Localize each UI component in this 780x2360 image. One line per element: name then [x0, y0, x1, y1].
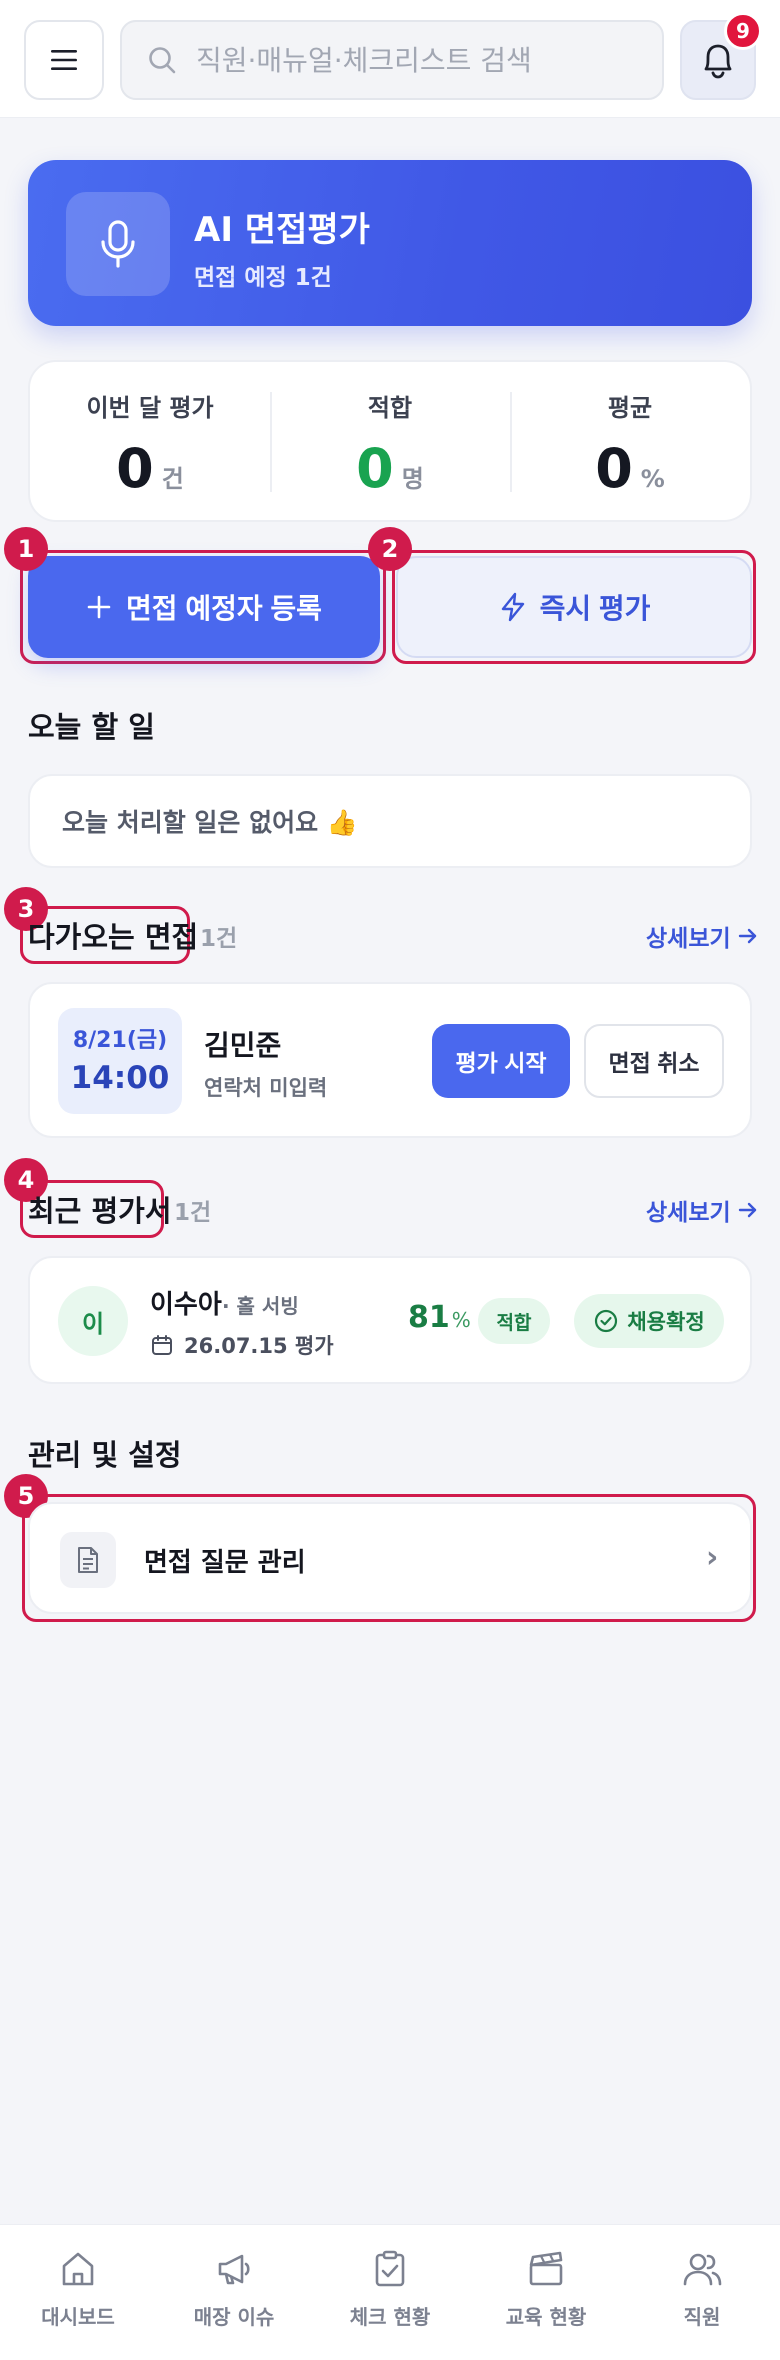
cancel-interview-button[interactable]: 면접 취소 — [584, 1024, 724, 1098]
stat-label: 이번 달 평가 — [86, 394, 214, 422]
candidate-name: 김민준 — [204, 1029, 282, 1062]
nav-item-store-issues[interactable]: 매장 이슈 — [156, 2225, 312, 2360]
notification-badge: 9 — [724, 12, 762, 50]
clapperboard-icon — [529, 2251, 563, 2286]
hire-status-label: 채용확정 — [627, 1310, 705, 1334]
stat-average: 평균 0 % — [510, 362, 750, 520]
calendar-icon — [152, 1335, 172, 1355]
mic-icon-box — [66, 192, 170, 296]
plus-icon — [87, 595, 111, 619]
nav-item-check-status[interactable]: 체크 현황 — [312, 2225, 468, 2360]
nav-label: 대시보드 — [41, 2305, 115, 2329]
ai-card-subtitle: 면접 예정 1건 — [194, 265, 332, 291]
stat-fit: 적합 0 명 — [270, 362, 510, 520]
evaluation-score: 81 % — [408, 1300, 471, 1335]
mic-icon — [101, 220, 135, 268]
lightning-icon — [501, 592, 524, 622]
stat-monthly-evaluations: 이번 달 평가 0 건 — [30, 362, 270, 520]
instant-evaluation-button[interactable]: 즉시 평가 — [396, 556, 752, 658]
interview-date: 8/21(금) — [72, 1028, 168, 1053]
interview-date-box: 8/21(금) 14:00 — [58, 1008, 182, 1114]
search-icon — [149, 47, 176, 74]
stat-value: 0 — [116, 437, 154, 500]
evaluation-name: 이수아 — [150, 1290, 222, 1320]
home-icon — [62, 2252, 94, 2286]
search-input[interactable] — [196, 43, 636, 77]
upcoming-count: 1건 — [200, 926, 238, 952]
recent-count: 1건 — [174, 1200, 212, 1226]
instant-evaluation-label: 즉시 평가 — [539, 593, 651, 624]
upcoming-section-title: 다가오는 면접 — [28, 920, 199, 954]
stat-value: 0 — [595, 437, 633, 500]
today-empty-message: 오늘 처리할 일은 없어요 👍 — [62, 808, 358, 837]
stats-card: 이번 달 평가 0 건 적합 0 명 평균 0 % — [28, 360, 752, 522]
score-unit: % — [451, 1308, 471, 1332]
settings-section-title: 관리 및 설정 — [28, 1438, 182, 1472]
interview-time: 14:00 — [70, 1060, 170, 1096]
nav-label: 직원 — [683, 2305, 721, 2329]
upcoming-more-link[interactable]: 상세보기 — [646, 919, 759, 953]
marker-1: 1 — [4, 527, 48, 571]
recent-more-link[interactable]: 상세보기 — [646, 1193, 759, 1227]
today-empty-card: 오늘 처리할 일은 없어요 👍 — [28, 774, 752, 868]
recent-more-label: 상세보기 — [646, 1200, 731, 1226]
candidate-contact: 연락처 미입력 — [204, 1076, 328, 1100]
menu-button[interactable] — [24, 20, 104, 100]
register-candidate-label: 면접 예정자 등록 — [126, 593, 322, 624]
nav-item-employees[interactable]: 직원 — [624, 2225, 780, 2360]
nav-label: 매장 이슈 — [193, 2305, 275, 2329]
chevron-right-icon: › — [706, 1540, 719, 1575]
evaluation-date-row: 26.07.15 평가 — [150, 1330, 334, 1360]
interview-question-manage-item[interactable]: 면접 질문 관리 › — [28, 1502, 752, 1614]
arrow-right-icon — [738, 1202, 756, 1218]
marker-2: 2 — [368, 527, 412, 571]
document-icon-box — [60, 1532, 116, 1588]
evaluation-date: 26.07.15 평가 — [184, 1334, 334, 1358]
clipboard-check-icon — [375, 2250, 405, 2287]
bottom-navigation: 대시보드 매장 이슈 체크 현황 교육 현황 직원 — [0, 2224, 780, 2360]
recent-section-title: 최근 평가서 — [28, 1194, 172, 1228]
app-header: 9 — [0, 0, 780, 118]
stat-unit: 건 — [161, 465, 184, 493]
today-section-title: 오늘 할 일 — [28, 710, 155, 744]
recent-evaluation-card[interactable]: 이 이수아 · 홀 서빙 26.07.15 평가 81 % 적합 채용확정 — [28, 1256, 752, 1384]
document-icon — [78, 1547, 98, 1573]
stat-unit: 명 — [401, 465, 424, 493]
users-icon — [683, 2253, 722, 2286]
hamburger-icon — [51, 50, 77, 70]
fit-badge: 적합 — [478, 1298, 550, 1344]
check-circle-icon — [595, 1309, 618, 1333]
nav-label: 체크 현황 — [349, 2305, 431, 2329]
nav-label: 교육 현황 — [505, 2305, 587, 2329]
ai-interview-card[interactable]: AI 면접평가 면접 예정 1건 — [28, 160, 752, 326]
start-evaluation-button[interactable]: 평가 시작 — [432, 1024, 570, 1098]
score-value: 81 — [408, 1300, 450, 1335]
stat-label: 평균 — [607, 394, 653, 422]
upcoming-more-label: 상세보기 — [646, 926, 731, 952]
hire-status-badge: 채용확정 — [574, 1294, 724, 1348]
megaphone-icon — [218, 2254, 250, 2285]
nav-item-dashboard[interactable]: 대시보드 — [0, 2225, 156, 2360]
ai-card-title: AI 면접평가 — [194, 210, 370, 250]
stat-label: 적합 — [367, 394, 413, 422]
stat-unit: % — [640, 465, 665, 493]
nav-item-training-status[interactable]: 교육 현황 — [468, 2225, 624, 2360]
evaluation-role: · 홀 서빙 — [222, 1294, 299, 1318]
stat-value: 0 — [356, 437, 394, 500]
search-bar[interactable] — [120, 20, 664, 100]
avatar: 이 — [58, 1286, 128, 1356]
arrow-right-icon — [738, 928, 756, 944]
upcoming-interview-card: 8/21(금) 14:00 김민준 연락처 미입력 평가 시작 면접 취소 — [28, 982, 752, 1138]
register-candidate-button[interactable]: 면접 예정자 등록 — [28, 556, 380, 658]
manage-item-label: 면접 질문 관리 — [144, 1548, 306, 1578]
